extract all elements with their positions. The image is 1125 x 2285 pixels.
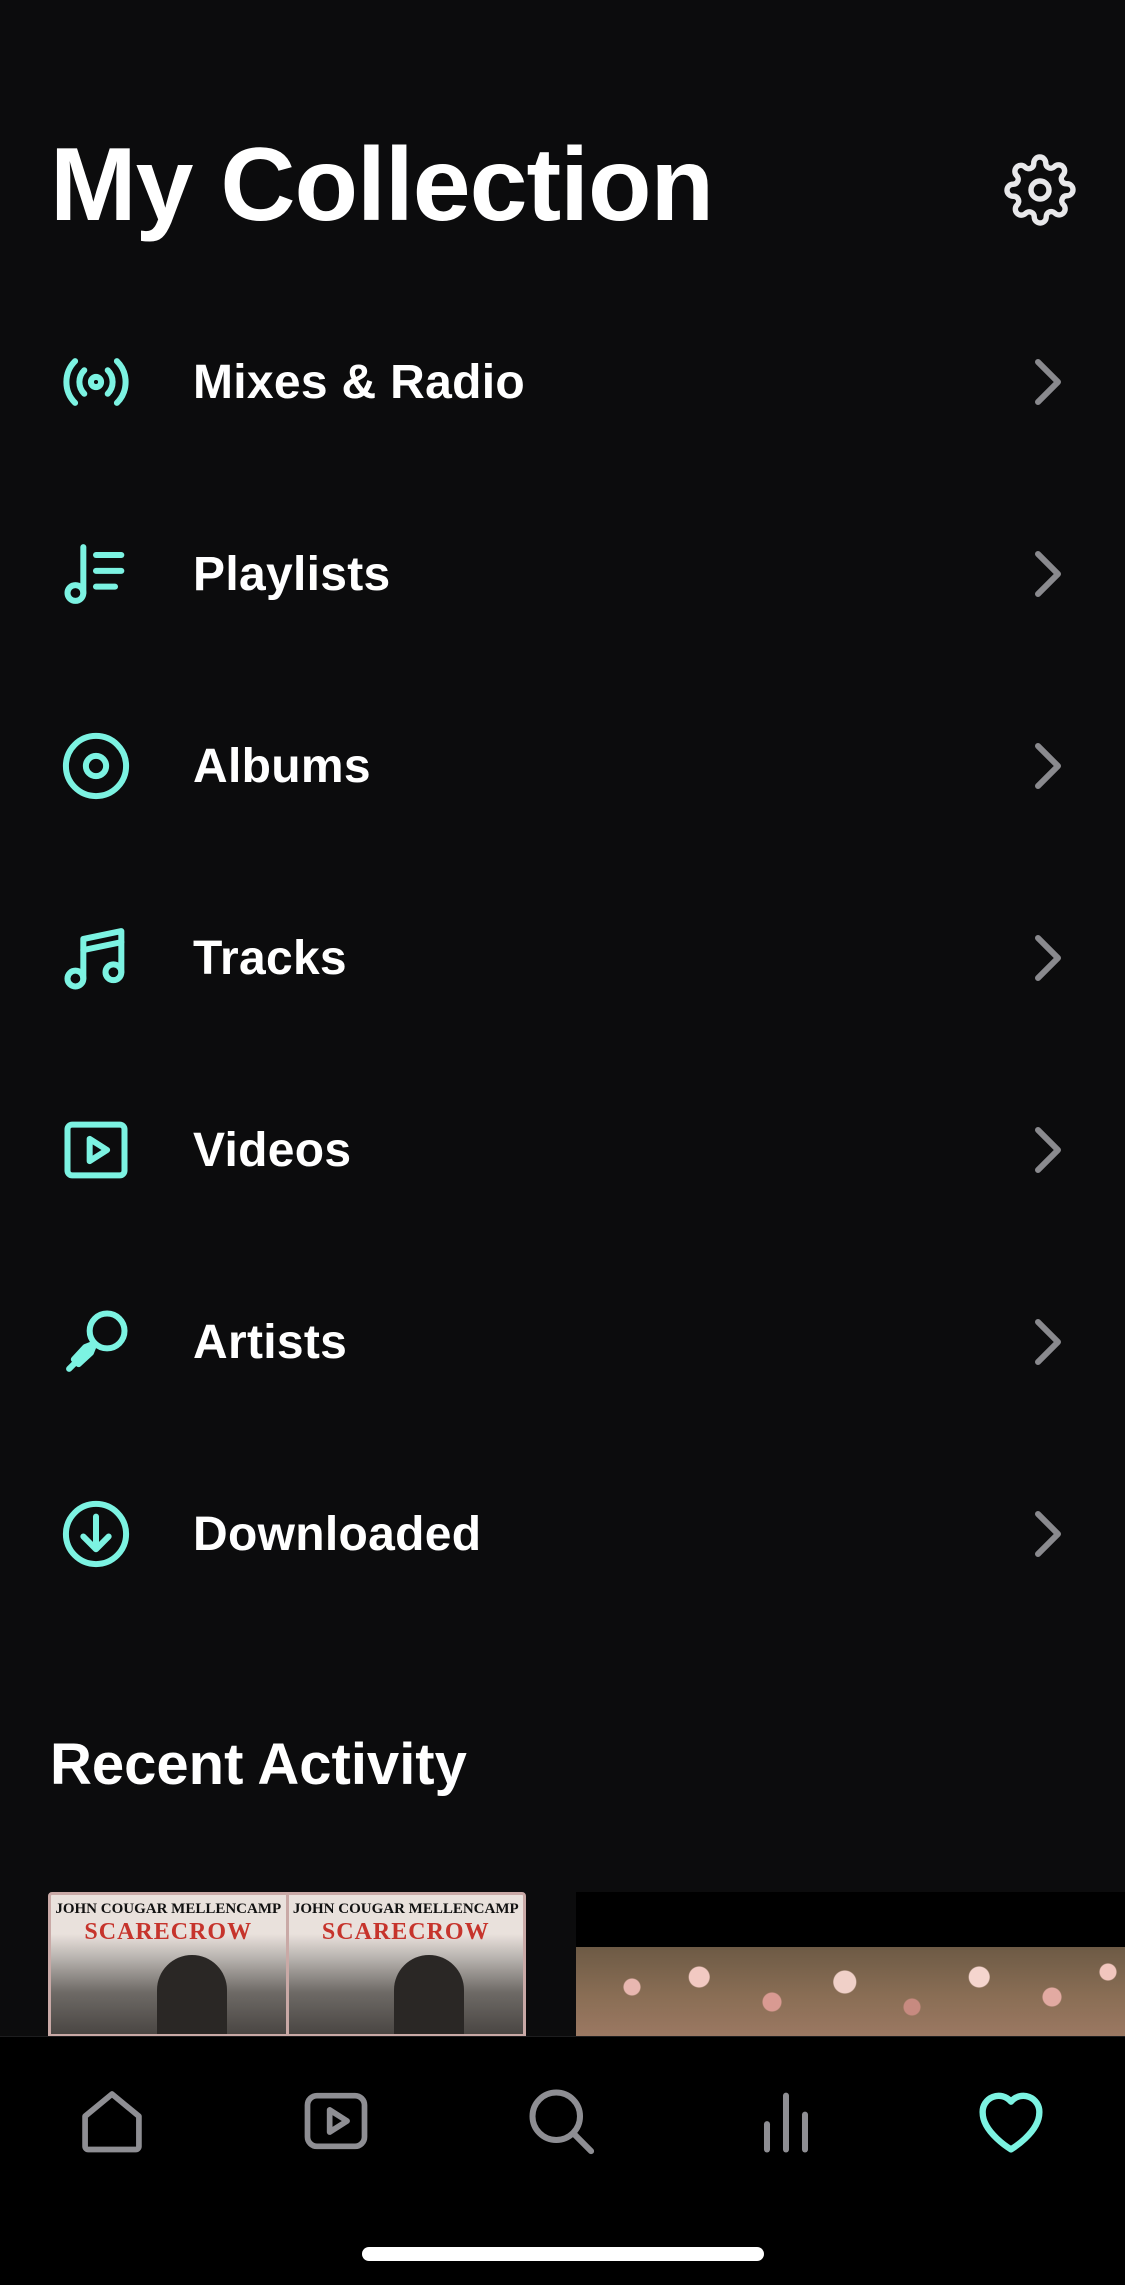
tab-stats[interactable] [738,2073,834,2169]
tab-home[interactable] [64,2073,160,2169]
menu-item-label: Tracks [193,931,347,985]
tab-search[interactable] [513,2073,609,2169]
menu-item-artists[interactable]: Artists [0,1246,1125,1438]
menu-item-videos[interactable]: Videos [0,1054,1125,1246]
menu-item-playlists[interactable]: Playlists [0,478,1125,670]
menu-item-label: Videos [193,1123,352,1177]
album-cover-art: JOHN COUGAR MELLENCAMP SCARECROW [288,1895,523,2034]
album-cover-art: JOHN COUGAR MELLENCAMP SCARECROW [51,1895,289,2034]
album-disc-icon [56,726,136,806]
cover-figure [156,1955,227,2034]
menu-item-albums[interactable]: Albums [0,670,1125,862]
chevron-right-icon [1030,928,1066,988]
menu-item-mixes-radio[interactable]: Mixes & Radio [0,286,1125,478]
cover-artist-text: JOHN COUGAR MELLENCAMP [55,1901,282,1917]
chevron-right-icon [1030,1120,1066,1180]
cover-album-text: SCARECROW [321,1919,490,1945]
page-title: My Collection [50,127,714,243]
home-indicator[interactable] [362,2247,764,2261]
home-icon [82,2091,142,2153]
collection-menu: Mixes & Radio Playlists Albums Tracks Vi… [0,286,1125,1630]
menu-item-label: Playlists [193,547,391,601]
menu-item-tracks[interactable]: Tracks [0,862,1125,1054]
cover-artist-text: JOHN COUGAR MELLENCAMP [292,1901,519,1917]
menu-item-downloaded[interactable]: Downloaded [0,1438,1125,1630]
settings-button[interactable] [1000,150,1080,230]
cover-figure [394,1955,465,2034]
playlist-icon [56,534,136,614]
tab-collection[interactable] [963,2073,1059,2169]
recent-item-album-cover[interactable]: JOHN COUGAR MELLENCAMP SCARECROW JOHN CO… [48,1892,526,2037]
chevron-right-icon [1030,1312,1066,1372]
microphone-icon [56,1302,136,1382]
video-play-icon [56,1110,136,1190]
chevron-right-icon [1030,1504,1066,1564]
recent-activity-title: Recent Activity [50,1732,467,1797]
cover-album-text: SCARECROW [84,1919,253,1945]
download-icon [56,1494,136,1574]
search-icon [529,2089,595,2155]
recent-activity-row: JOHN COUGAR MELLENCAMP SCARECROW JOHN CO… [0,1892,1125,2037]
chevron-right-icon [1030,352,1066,412]
menu-item-label: Mixes & Radio [193,355,525,409]
tab-videos[interactable] [288,2073,384,2169]
menu-item-label: Downloaded [193,1507,482,1561]
menu-item-label: Artists [193,1315,348,1369]
gear-icon [1004,154,1076,226]
chevron-right-icon [1030,736,1066,796]
menu-item-label: Albums [193,739,371,793]
photo-cover-art [576,1947,1125,2037]
radio-broadcast-icon [56,342,136,422]
heart-icon [979,2092,1043,2153]
recent-item-photo-cover[interactable] [576,1892,1125,2037]
stats-icon [763,2092,809,2153]
chevron-right-icon [1030,544,1066,604]
music-note-icon [56,918,136,998]
video-icon [304,2092,368,2150]
